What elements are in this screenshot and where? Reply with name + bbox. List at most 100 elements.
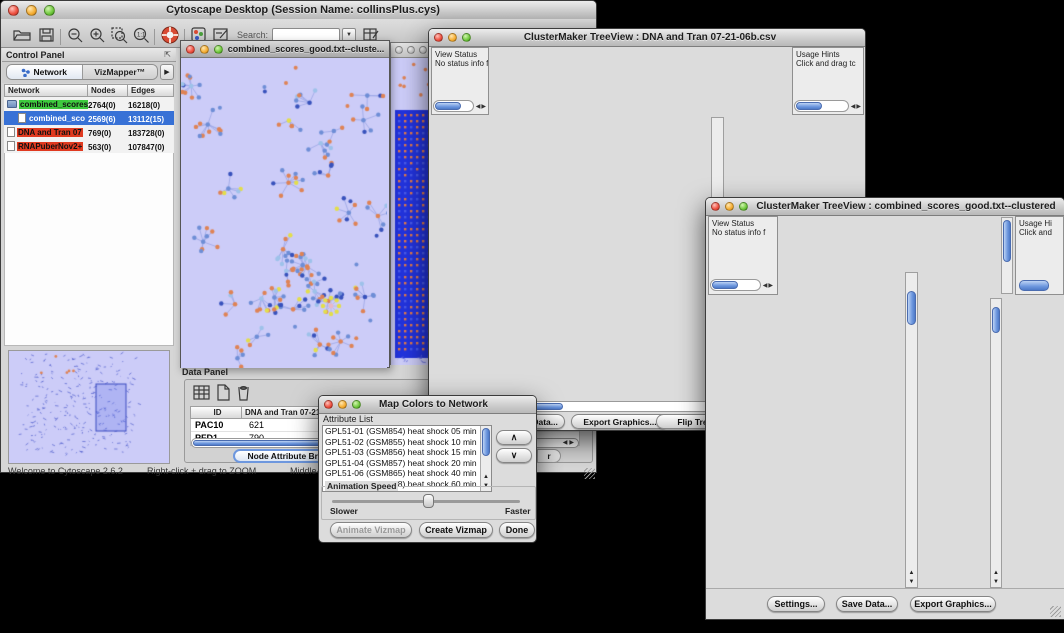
new-attribute-icon[interactable]	[216, 383, 232, 402]
zoom-window-icon[interactable]	[462, 33, 471, 42]
minimize-icon[interactable]	[407, 46, 415, 54]
column-header-network[interactable]: Network	[4, 84, 88, 97]
zoom-window-icon[interactable]	[214, 45, 223, 54]
scrollbar-thumb[interactable]	[712, 281, 738, 289]
network-window-1-titlebar[interactable]: combined_scores_good.txt--cluste...	[181, 41, 389, 58]
save-icon[interactable]	[38, 26, 56, 44]
scroll-down-icon[interactable]: ▼	[991, 578, 1001, 586]
zoom-in-icon[interactable]	[88, 26, 108, 44]
tv2-status-scrollbar[interactable]: ◀▶	[710, 279, 774, 291]
scrollbar-track[interactable]	[710, 279, 761, 291]
attribute-table-icon[interactable]	[192, 383, 212, 402]
tv2-usage-line1: Usage Hi	[1019, 219, 1063, 228]
data-panel-title: Data Panel	[182, 367, 228, 377]
minimize-icon[interactable]	[338, 400, 347, 409]
close-icon[interactable]	[395, 46, 403, 54]
resize-grip-icon[interactable]	[584, 468, 595, 479]
scrollbar-thumb[interactable]	[435, 102, 461, 110]
attribute-list-scrollbar[interactable]: ▲ ▼	[480, 426, 491, 491]
attribute-list-item[interactable]: GPL51-03 (GSM856) heat shock 15 min	[323, 447, 491, 458]
scroll-up-icon[interactable]: ▲	[481, 473, 491, 481]
close-icon[interactable]	[324, 400, 333, 409]
network-view-canvas[interactable]	[181, 58, 387, 368]
network-table-row[interactable]: DNA and Tran 07769(0)183728(0)	[4, 125, 174, 139]
column-header-id[interactable]: ID	[190, 406, 242, 419]
zoom-window-icon[interactable]	[44, 5, 55, 16]
close-icon[interactable]	[8, 5, 19, 16]
attribute-list-item[interactable]: GPL51-02 (GSM855) heat shock 10 min	[323, 437, 491, 448]
main-titlebar[interactable]: Cytoscape Desktop (Session Name: collins…	[1, 1, 596, 20]
network-overview-canvas[interactable]	[9, 351, 169, 463]
tv2-vscrollbar[interactable]: ▲ ▼	[905, 272, 918, 588]
treeview2-titlebar[interactable]: ClusterMaker TreeView : combined_scores_…	[706, 198, 1064, 216]
network-overview-panel[interactable]	[8, 350, 170, 464]
treeview1-titlebar[interactable]: ClusterMaker TreeView : DNA and Tran 07-…	[429, 29, 865, 47]
tv1-export-graphics-button[interactable]: Export Graphics...	[571, 414, 669, 429]
scroll-arrows-icon[interactable]: ◀▶	[474, 100, 487, 112]
move-attribute-down-button[interactable]: ∨	[496, 448, 532, 463]
minimize-icon[interactable]	[448, 33, 457, 42]
network-table-row[interactable]: combined_scores_2764(0)16218(0)	[4, 97, 174, 111]
scroll-up-icon[interactable]: ▲	[991, 569, 1001, 577]
attribute-list-item[interactable]: GPL51-06 (GSM865) heat shock 40 min	[323, 468, 491, 479]
zoom-window-icon[interactable]	[419, 46, 427, 54]
tv2-export-graphics-button[interactable]: Export Graphics...	[910, 596, 996, 612]
close-icon[interactable]	[186, 45, 195, 54]
attribute-browser-tab-fragment[interactable]: r	[537, 449, 561, 463]
network-nodes-value: 2569(6)	[88, 113, 128, 124]
attribute-list-item[interactable]: GPL51-01 (GSM854) heat shock 05 min	[323, 426, 491, 437]
zoom-out-icon[interactable]	[66, 26, 86, 44]
tv2-labels-scrollbar[interactable]	[1001, 217, 1013, 294]
attribute-list-item[interactable]: GPL51-04 (GSM857) heat shock 20 min	[323, 458, 491, 469]
column-header-edges[interactable]: Edges	[128, 84, 174, 97]
column-header-nodes[interactable]: Nodes	[88, 84, 128, 97]
dialog-titlebar[interactable]: Map Colors to Network	[319, 396, 536, 414]
network-window-1[interactable]: combined_scores_good.txt--cluste...	[180, 40, 390, 368]
network-table-row[interactable]: combined_sco2569(6)13112(15)	[4, 111, 174, 125]
delete-attribute-icon[interactable]	[236, 383, 252, 402]
scrollbar-thumb[interactable]	[796, 102, 822, 110]
scrollbar-track[interactable]	[433, 100, 474, 112]
tv2-settings-button[interactable]: Settings...	[767, 596, 825, 612]
zoom-window-icon[interactable]	[352, 400, 361, 409]
scroll-arrows-icon[interactable]: ◀▶	[563, 439, 576, 446]
network-name-label: combined_scores_	[19, 100, 88, 109]
scroll-arrows-icon[interactable]: ◀▶	[761, 279, 774, 291]
minimize-icon[interactable]	[200, 45, 209, 54]
slider-thumb[interactable]	[423, 494, 434, 508]
float-panel-icon[interactable]: ⇱	[164, 50, 176, 59]
scrollbar-thumb[interactable]	[907, 291, 916, 325]
create-vizmap-button[interactable]: Create Vizmap	[419, 522, 493, 538]
network-table-row[interactable]: RNAPuberNov2+563(0)107847(0)	[4, 139, 174, 153]
tv2-save-data-button[interactable]: Save Data...	[836, 596, 898, 612]
close-icon[interactable]	[434, 33, 443, 42]
animate-vizmap-button[interactable]: Animate Vizmap	[330, 522, 412, 538]
scrollbar-thumb[interactable]	[482, 428, 490, 456]
scroll-down-icon[interactable]: ▼	[906, 578, 917, 586]
tv1-usage-scrollbar[interactable]: ◀▶	[794, 100, 862, 112]
network-window-title: combined_scores_good.txt--cluste...	[223, 44, 389, 54]
scroll-up-icon[interactable]: ▲	[906, 569, 917, 577]
minimize-icon[interactable]	[725, 202, 734, 211]
close-icon[interactable]	[711, 202, 720, 211]
tv2-genelist-scrollbar[interactable]: ▲ ▼	[990, 298, 1002, 588]
scrollbar-thumb[interactable]	[992, 307, 1000, 333]
scrollbar-thumb[interactable]	[1019, 280, 1049, 291]
move-attribute-up-button[interactable]: ∧	[496, 430, 532, 445]
scrollbar-track[interactable]	[794, 100, 849, 112]
zoom-fit-icon[interactable]: 1:1	[132, 26, 152, 44]
help-lifering-icon[interactable]	[160, 25, 180, 45]
tv1-status-scrollbar[interactable]: ◀▶	[433, 100, 487, 112]
done-button[interactable]: Done	[499, 522, 535, 538]
tab-network[interactable]: Network	[7, 65, 83, 79]
tab-overflow-button[interactable]: ▶	[160, 64, 174, 80]
resize-grip-icon[interactable]	[1050, 606, 1061, 617]
minimize-icon[interactable]	[26, 5, 37, 16]
open-folder-icon[interactable]	[12, 26, 32, 44]
tab-vizmapper[interactable]: VizMapper™	[83, 65, 158, 79]
zoom-selected-icon[interactable]	[110, 26, 130, 44]
zoom-window-icon[interactable]	[739, 202, 748, 211]
scroll-arrows-icon[interactable]: ◀▶	[849, 100, 862, 112]
tv1-view-status-line1: View Status	[435, 50, 488, 59]
scrollbar-thumb[interactable]	[1003, 220, 1011, 262]
